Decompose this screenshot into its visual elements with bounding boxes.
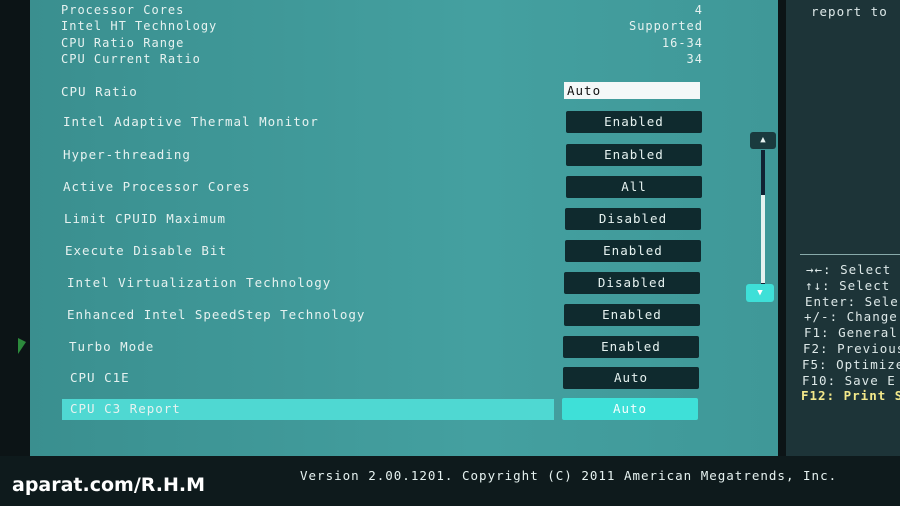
- setting-value-button[interactable]: Enabled: [563, 336, 699, 358]
- version-text: Version 2.00.1201. Copyright (C) 2011 Am…: [300, 468, 838, 483]
- setting-label: CPU C1E: [70, 370, 130, 385]
- setting-label: Turbo Mode: [69, 339, 155, 354]
- setting-label: Limit CPUID Maximum: [64, 211, 226, 226]
- info-value: 4: [694, 3, 703, 17]
- setting-label: CPU C3 Report: [70, 401, 181, 416]
- info-value: 16-34: [661, 36, 703, 50]
- help-item: F10: Save E: [802, 372, 896, 388]
- help-description: report to: [811, 4, 888, 19]
- help-item: Enter: Sele: [805, 293, 899, 309]
- info-label: CPU Current Ratio: [61, 52, 201, 66]
- watermark: aparat.com/R.H.M: [12, 474, 206, 496]
- cpu-ratio-input[interactable]: Auto: [564, 82, 700, 99]
- info-row: CPU Current Ratio 34: [61, 52, 703, 66]
- setting-label: Enhanced Intel SpeedStep Technology: [67, 307, 366, 322]
- scroll-down-icon[interactable]: ▼: [746, 284, 774, 302]
- scroll-up-icon[interactable]: ▲: [750, 132, 776, 149]
- info-label: CPU Ratio Range: [61, 36, 185, 50]
- setting-value-button[interactable]: Auto: [562, 398, 698, 420]
- setting-label: Intel Virtualization Technology: [67, 275, 332, 290]
- info-value: 34: [686, 52, 703, 66]
- setting-value-button[interactable]: Disabled: [565, 208, 701, 230]
- setting-label: Intel Adaptive Thermal Monitor: [63, 114, 319, 129]
- help-item: →←: Select: [806, 262, 892, 277]
- scroll-thumb[interactable]: [761, 195, 765, 283]
- setting-label: Active Processor Cores: [63, 179, 251, 194]
- help-item: ↑↓: Select: [805, 277, 891, 293]
- setting-value-button[interactable]: Disabled: [564, 272, 700, 294]
- divider: [800, 254, 900, 255]
- mouse-cursor-icon: [18, 338, 26, 354]
- info-row: Intel HT Technology Supported: [61, 19, 703, 33]
- setting-value-button[interactable]: Enabled: [565, 240, 701, 262]
- setting-value-button[interactable]: Auto: [563, 367, 699, 389]
- help-item: +/-: Change: [804, 309, 898, 325]
- cpu-ratio-label: CPU Ratio: [61, 84, 138, 99]
- info-row: Processor Cores 4: [61, 3, 703, 17]
- info-value: Supported: [628, 19, 703, 33]
- info-label: Intel HT Technology: [61, 19, 218, 33]
- help-item: F12: Print S: [801, 388, 900, 404]
- setting-value-button[interactable]: Enabled: [566, 144, 702, 166]
- help-item: F2: Previous: [803, 341, 900, 356]
- info-row: CPU Ratio Range 16-34: [61, 36, 703, 50]
- help-item: F5: Optimize: [802, 356, 900, 372]
- setting-value-button[interactable]: Enabled: [566, 111, 702, 133]
- info-label: Processor Cores: [61, 3, 185, 17]
- setting-label: Hyper-threading: [63, 147, 191, 162]
- setting-value-button[interactable]: All: [566, 176, 702, 198]
- setting-value-button[interactable]: Enabled: [564, 304, 700, 326]
- help-item: F1: General: [804, 325, 898, 341]
- setting-label: Execute Disable Bit: [65, 243, 227, 258]
